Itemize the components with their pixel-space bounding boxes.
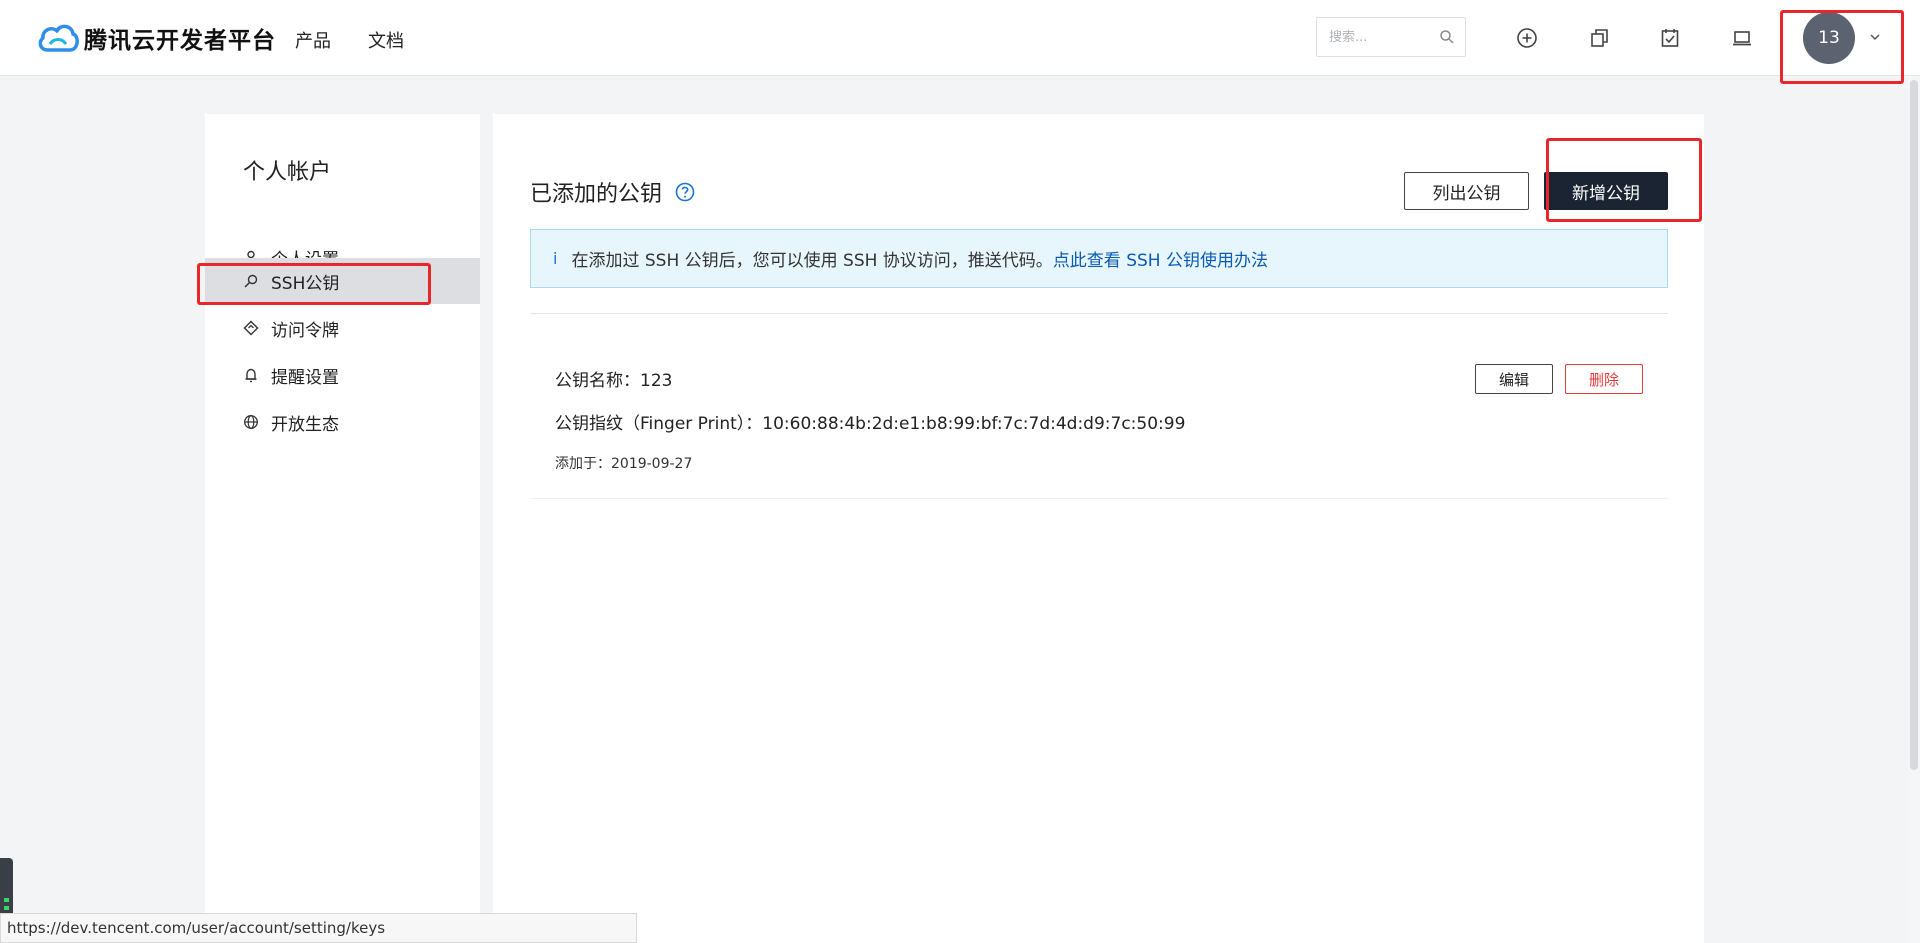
- globe-icon: [244, 415, 258, 429]
- key-fingerprint: 公钥指纹（Finger Print）：10:60:88:4b:2d:e1:b8:…: [555, 414, 1186, 434]
- info-icon: i: [553, 249, 558, 268]
- search-key-icon: [244, 274, 258, 288]
- key-name: 公钥名称：123: [555, 371, 673, 391]
- token-icon: [243, 320, 259, 336]
- add-circle-icon[interactable]: [1516, 27, 1538, 49]
- chevron-down-icon[interactable]: [1868, 30, 1882, 44]
- list-keys-button[interactable]: 列出公钥: [1404, 172, 1529, 210]
- info-alert: i 在添加过 SSH 公钥后，您可以使用 SSH 协议访问，推送代码。 点此查看…: [530, 229, 1668, 288]
- sidebar-title: 个人帐户: [243, 160, 332, 185]
- ssh-help-link[interactable]: 点此查看 SSH 公钥使用办法: [1053, 246, 1268, 271]
- ssh-key-item: 公钥名称：123 公钥指纹（Finger Print）：10:60:88:4b:…: [530, 314, 1668, 499]
- page-title: 已添加的公钥: [530, 176, 696, 208]
- nav-docs[interactable]: 文档: [368, 27, 404, 53]
- help-question-icon[interactable]: [674, 181, 696, 203]
- bell-icon: [245, 368, 257, 383]
- sidebar-item-ecosystem[interactable]: 开放生态: [205, 399, 480, 445]
- logo-text: 腾讯云开发者平台: [84, 28, 276, 54]
- account-sidebar: 个人帐户 个人设置 SSH公钥 访问令牌 提醒设置: [205, 114, 480, 943]
- sidebar-item-label: 提醒设置: [271, 367, 339, 388]
- sidebar-item-label: 开放生态: [271, 414, 339, 435]
- cloud-logo-icon: [38, 24, 79, 52]
- laptop-icon[interactable]: [1731, 27, 1753, 49]
- task-check-icon[interactable]: [1659, 27, 1681, 49]
- copy-icon[interactable]: [1588, 27, 1610, 49]
- info-text: 在添加过 SSH 公钥后，您可以使用 SSH 协议访问，推送代码。: [571, 251, 1053, 271]
- edit-key-button[interactable]: 编辑: [1475, 364, 1553, 394]
- delete-key-button[interactable]: 删除: [1565, 364, 1643, 394]
- avatar[interactable]: 13: [1803, 12, 1855, 64]
- scrollbar-thumb[interactable]: [1910, 80, 1918, 770]
- ssh-keys-panel: 已添加的公钥 列出公钥 新增公钥 i 在添加过 SSH 公钥后，您可以使用 SS…: [493, 114, 1704, 943]
- add-key-button[interactable]: 新增公钥: [1544, 172, 1668, 210]
- search-icon[interactable]: [1439, 29, 1455, 45]
- sidebar-item-label: SSH公钥: [271, 273, 340, 294]
- logo[interactable]: 腾讯云开发者平台: [36, 20, 276, 56]
- page-title-text: 已添加的公钥: [530, 182, 663, 207]
- key-added-date: 添加于：2019-09-27: [555, 456, 693, 472]
- sidebar-item-label: 访问令牌: [271, 320, 339, 341]
- top-navbar: 腾讯云开发者平台 产品 文档 13: [0, 0, 1920, 76]
- status-url-bar: https://dev.tencent.com/user/account/set…: [0, 913, 637, 943]
- nav-products[interactable]: 产品: [295, 27, 331, 53]
- sidebar-item-tokens[interactable]: 访问令牌: [205, 305, 480, 351]
- search-input[interactable]: [1329, 18, 1439, 56]
- sidebar-item-notifications[interactable]: 提醒设置: [205, 352, 480, 398]
- sidebar-item-ssh-keys[interactable]: SSH公钥: [205, 258, 480, 304]
- search-box: [1316, 17, 1466, 57]
